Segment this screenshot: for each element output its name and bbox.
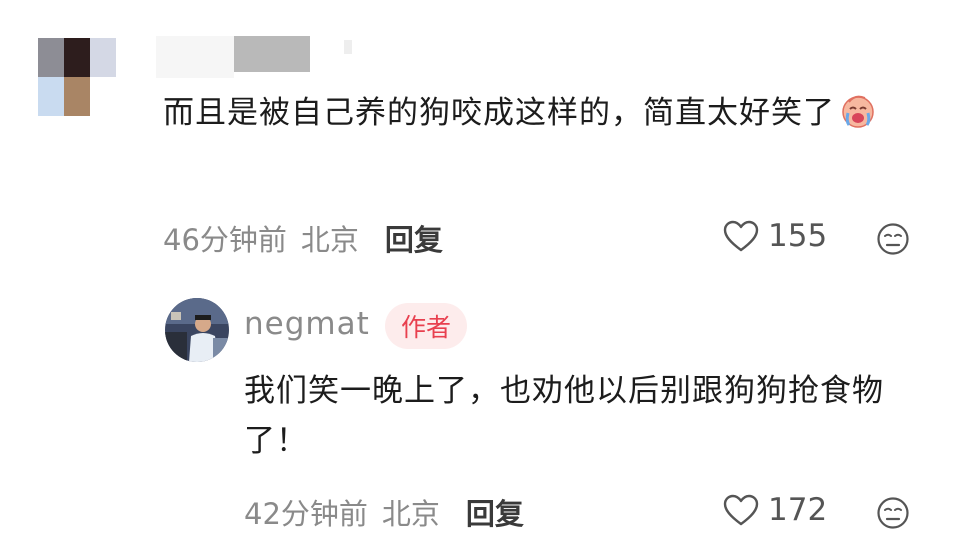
heart-icon — [723, 220, 759, 252]
mosaic-block — [156, 36, 234, 78]
heart-icon — [723, 494, 759, 526]
dislike-face-icon[interactable] — [876, 222, 910, 256]
location: 北京 — [381, 497, 440, 531]
timestamp: 46分钟前 — [163, 223, 287, 257]
reply-button[interactable]: 回复 — [385, 217, 443, 259]
comment-text[interactable]: 而且是被自己养的狗咬成这样的，简直太好笑了 — [163, 88, 943, 138]
comment-meta: 46分钟前 北京 回复 — [163, 218, 443, 258]
comment-body: 而且是被自己养的狗咬成这样的，简直太好笑了 — [163, 95, 835, 131]
author-avatar[interactable] — [165, 298, 229, 362]
mosaic-block — [344, 40, 352, 54]
like-button[interactable]: 172 — [722, 492, 827, 528]
author-badge: 作者 — [385, 303, 467, 349]
like-count: 155 — [768, 218, 828, 254]
author-username[interactable]: negmat — [244, 306, 370, 342]
timestamp: 42分钟前 — [244, 497, 368, 531]
reply-text[interactable]: 我们笑一晚上了，也劝他以后别跟狗狗抢食物了！ — [244, 366, 944, 466]
mosaic-block — [234, 36, 310, 72]
location: 北京 — [300, 223, 359, 257]
like-count: 172 — [768, 492, 828, 528]
like-button[interactable]: 155 — [722, 218, 827, 254]
reply-body: 我们笑一晚上了，也劝他以后别跟狗狗抢食物了！ — [244, 373, 884, 459]
commenter-avatar-pixelated[interactable] — [38, 38, 116, 116]
author-avatar-photo — [165, 298, 229, 362]
reply-button[interactable]: 回复 — [466, 491, 524, 533]
dislike-face-icon[interactable] — [876, 496, 910, 530]
reply-meta: 42分钟前 北京 回复 — [244, 492, 524, 532]
commenter-name-pixelated[interactable] — [156, 36, 352, 78]
crying-laughing-face-icon — [842, 95, 874, 128]
